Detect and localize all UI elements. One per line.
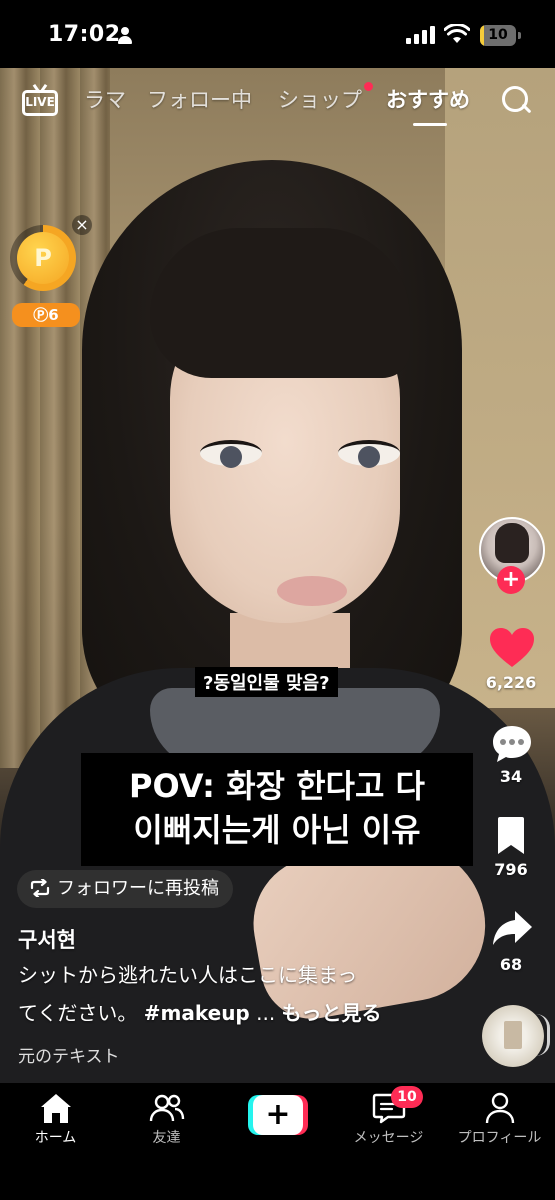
bottom-nav: ホーム 友達 + メッセージ プロフィール xyxy=(0,1083,555,1200)
saves-count: 796 xyxy=(494,860,528,879)
nav-profile[interactable]: プロフィール xyxy=(444,1091,555,1147)
subject-lips xyxy=(277,576,347,606)
tab-shop[interactable]: ショップ xyxy=(278,84,362,114)
battery-tip xyxy=(518,32,521,39)
heart-icon[interactable] xyxy=(489,627,535,669)
repost-label: フォロワーに再投稿 xyxy=(57,878,219,899)
friends-icon xyxy=(149,1094,184,1122)
comment-icon[interactable] xyxy=(491,724,533,764)
nav-home-label: ホーム xyxy=(34,1130,77,1146)
live-icon[interactable]: LIVE xyxy=(22,83,58,118)
shop-notification-dot xyxy=(364,82,373,91)
top-nav: LIVE ラマ フォロー中 ショップ おすすめ xyxy=(0,78,555,128)
nav-profile-label: プロフィール xyxy=(457,1130,542,1146)
description-text: てください。 xyxy=(18,1001,144,1025)
hashtag-link[interactable]: #makeup xyxy=(144,1001,250,1025)
create-icon: + xyxy=(253,1095,303,1135)
tab-for-you[interactable]: おすすめ xyxy=(386,84,470,114)
post-description-line-1: シットから逃れたい人はここに集まっ xyxy=(18,963,358,987)
description-ellipsis: ... xyxy=(249,1001,282,1025)
nav-inbox-label: メッセージ xyxy=(353,1130,424,1146)
signal-icon xyxy=(406,26,436,44)
tab-drama[interactable]: ラマ xyxy=(84,84,126,114)
subject-eye-left xyxy=(200,440,262,468)
coin-symbol: P xyxy=(34,244,52,272)
inbox-badge: 10 xyxy=(391,1086,423,1108)
comments-count: 34 xyxy=(499,767,523,786)
nav-friends[interactable]: 友達 xyxy=(111,1091,222,1147)
status-time: 17:02 xyxy=(48,22,121,47)
battery-level: 10 xyxy=(488,27,508,43)
see-more-link[interactable]: もっと見る xyxy=(282,1001,382,1025)
home-icon xyxy=(40,1094,71,1123)
video-caption-box: POV: 화장 한다고 다 이뻐지는게 아닌 이유 xyxy=(81,753,473,866)
coin-balance-badge: Ⓟ6 xyxy=(12,303,80,327)
subject-bangs xyxy=(150,228,410,378)
music-disc-icon[interactable] xyxy=(482,1005,544,1067)
video-caption-question: ?동일인물 맞음? xyxy=(195,667,338,697)
tab-following[interactable]: フォロー中 xyxy=(147,84,252,114)
profile-icon xyxy=(485,1092,514,1124)
subject-eye-right xyxy=(338,440,400,468)
active-tab-indicator xyxy=(413,123,447,126)
nav-home[interactable]: ホーム xyxy=(0,1091,111,1147)
repost-button[interactable]: フォロワーに再投稿 xyxy=(17,870,233,908)
close-icon[interactable]: × xyxy=(72,215,92,235)
video-caption-line-1: POV: 화장 한다고 다 xyxy=(129,767,425,805)
post-description-line-2: てください。 #makeup ... もっと見る xyxy=(18,998,458,1028)
bookmark-icon[interactable] xyxy=(495,816,527,856)
original-text-link[interactable]: 元のテキスト xyxy=(18,1042,120,1067)
creator-username[interactable]: 구서현 xyxy=(18,924,76,954)
follow-button[interactable]: + xyxy=(497,566,525,594)
status-bar: 17:02 10 xyxy=(0,0,555,68)
video-caption-line-2: 이뻐지는게 아닌 이유 xyxy=(133,811,421,849)
live-label: LIVE xyxy=(25,95,55,109)
nav-inbox[interactable]: メッセージ xyxy=(333,1091,444,1147)
share-icon[interactable] xyxy=(491,907,533,949)
search-icon[interactable] xyxy=(500,84,532,116)
shares-count: 68 xyxy=(499,955,523,974)
likes-count: 6,226 xyxy=(485,673,537,692)
wifi-icon xyxy=(444,24,470,43)
create-button[interactable]: + xyxy=(248,1095,308,1135)
coin-reward-widget[interactable]: P × Ⓟ6 xyxy=(10,215,92,327)
nav-friends-label: 友達 xyxy=(152,1130,181,1146)
battery-icon: 10 xyxy=(480,25,516,46)
repost-icon xyxy=(30,879,50,897)
person-icon xyxy=(117,27,133,45)
